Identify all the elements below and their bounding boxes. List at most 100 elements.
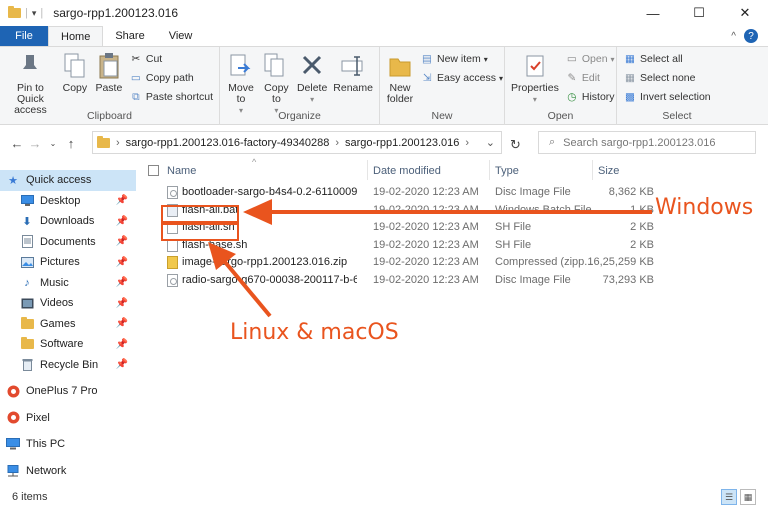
- sidebar-item-documents[interactable]: Documents 📌: [0, 232, 136, 253]
- file-row[interactable]: image-sargo-rpp1.200123.016.zip 19-02-20…: [142, 254, 662, 272]
- navigation-bar: ← → ⌄ ↑ › sargo-rpp1.200123.016-factory-…: [0, 125, 768, 161]
- new-item-button[interactable]: ▤ New item ▾: [420, 51, 503, 67]
- minimize-button[interactable]: —: [630, 0, 676, 26]
- column-name[interactable]: Name: [167, 165, 196, 177]
- disc-image-icon: [167, 273, 178, 287]
- history-icon: ◷: [567, 91, 577, 103]
- breadcrumb-separator: ›: [465, 136, 470, 149]
- sidebar-item-music[interactable]: ♪ Music 📌: [0, 273, 136, 294]
- address-bar[interactable]: › sargo-rpp1.200123.016-factory-49340288…: [92, 131, 502, 154]
- file-row[interactable]: bootloader-sargo-b4s4-0.2-6110009.i... 1…: [142, 184, 662, 202]
- sidebar-item-videos[interactable]: Videos 📌: [0, 293, 136, 314]
- pin-icon: [16, 51, 44, 81]
- title-bar: | ▾ | sargo-rpp1.200123.016 — ☐ ✕: [0, 0, 768, 26]
- organize-group-label: Organize: [278, 110, 321, 122]
- column-size[interactable]: Size: [598, 165, 619, 177]
- scissors-icon: ✂: [131, 53, 141, 65]
- pictures-icon: [20, 256, 34, 269]
- tab-view[interactable]: View: [157, 26, 205, 46]
- close-button[interactable]: ✕: [722, 0, 768, 26]
- tab-share[interactable]: Share: [103, 26, 156, 46]
- properties-icon: [521, 51, 549, 81]
- large-icons-view-icon[interactable]: ▦: [740, 489, 756, 505]
- tab-home[interactable]: Home: [48, 26, 104, 46]
- sidebar-item-pixel[interactable]: Pixel: [0, 408, 136, 429]
- pin-icon: 📌: [115, 277, 128, 289]
- paste-shortcut-icon: ⧉: [132, 90, 140, 103]
- collapse-ribbon-icon[interactable]: ^: [731, 31, 736, 42]
- easy-access-button[interactable]: ⇲ Easy access ▾: [420, 70, 503, 86]
- maximize-button[interactable]: ☐: [676, 0, 722, 26]
- sort-ascending-icon: ^: [252, 157, 257, 167]
- recycle-bin-icon: [20, 358, 34, 372]
- select-group: ▦ Select all ▦ Select none ▩ Invert selecti…: [617, 47, 737, 125]
- pin-icon: 📌: [115, 215, 128, 227]
- move-to-icon: [227, 51, 255, 81]
- sidebar-item-pictures[interactable]: Pictures 📌: [0, 252, 136, 273]
- copy-icon: [61, 51, 89, 81]
- sidebar-item-downloads[interactable]: ⬇ Downloads 📌: [0, 211, 136, 232]
- open-group: Properties ▾ ▭ Open ▾ ✎ Edit ◷ History Open: [505, 47, 617, 125]
- sidebar-item-quick-access[interactable]: ★ Quick access: [0, 170, 136, 191]
- new-item-icon: ▤: [422, 53, 432, 65]
- up-arrow-icon[interactable]: ↑: [62, 136, 80, 151]
- sidebar-item-software[interactable]: Software 📌: [0, 334, 136, 355]
- file-row[interactable]: radio-sargo-g670-00038-200117-b-614... 1…: [142, 272, 662, 290]
- documents-icon: [20, 235, 34, 249]
- highlight-box-sh: [161, 223, 239, 241]
- paste-shortcut-button[interactable]: ⧉ Paste shortcut: [129, 89, 213, 105]
- new-folder-icon: [386, 51, 414, 81]
- invert-selection-icon: ▩: [625, 91, 635, 103]
- sidebar-item-recycle-bin[interactable]: Recycle Bin 📌: [0, 355, 136, 376]
- details-view-icon[interactable]: ☰: [721, 489, 737, 505]
- folder-icon: [8, 6, 21, 18]
- refresh-icon[interactable]: ↻: [510, 137, 521, 153]
- search-placeholder: Search sargo-rpp1.200123.016: [563, 136, 716, 149]
- sidebar-item-this-pc[interactable]: This PC: [0, 434, 136, 455]
- select-all-button[interactable]: ▦ Select all: [623, 51, 711, 67]
- status-bar: 6 items ☰ ▦: [0, 486, 768, 508]
- open-button[interactable]: ▭ Open ▾: [565, 51, 615, 67]
- select-all-icon: ▦: [625, 53, 635, 65]
- recent-locations-icon[interactable]: ⌄: [44, 139, 62, 148]
- device-icon: [6, 385, 20, 398]
- computer-icon: [6, 438, 20, 451]
- breadcrumb-item[interactable]: sargo-rpp1.200123.016-factory-49340288: [126, 137, 330, 149]
- pin-icon: 📌: [115, 338, 128, 350]
- sidebar-item-games[interactable]: Games 📌: [0, 314, 136, 335]
- cut-button[interactable]: ✂ Cut: [129, 51, 213, 67]
- column-date-modified[interactable]: Date modified: [373, 165, 441, 177]
- toolbar-separator: |: [40, 7, 44, 19]
- address-dropdown-icon[interactable]: ⌄: [486, 136, 495, 149]
- sidebar-item-oneplus[interactable]: OnePlus 7 Pro: [0, 381, 136, 402]
- pin-icon: 📌: [115, 256, 128, 268]
- pin-icon: 📌: [115, 359, 128, 371]
- download-icon: ⬇: [22, 215, 32, 228]
- sidebar-item-desktop[interactable]: Desktop 📌: [0, 191, 136, 212]
- column-type[interactable]: Type: [495, 165, 519, 177]
- new-group-label: New: [431, 110, 453, 122]
- clipboard-group-label: Clipboard: [87, 110, 132, 122]
- back-arrow-icon[interactable]: ←: [8, 136, 26, 151]
- clipboard-group: Pin to Quick access Copy Paste ✂ Cut ▭ Cop…: [0, 47, 220, 125]
- invert-selection-button[interactable]: ▩ Invert selection: [623, 89, 711, 105]
- copy-path-button[interactable]: ▭ Copy path: [129, 70, 213, 86]
- toolbar-separator: |: [25, 7, 28, 19]
- zip-icon: [167, 256, 178, 269]
- history-button[interactable]: ◷ History: [565, 89, 615, 105]
- pin-icon: 📌: [115, 318, 128, 330]
- sidebar-item-network[interactable]: Network: [0, 461, 136, 482]
- forward-arrow-icon[interactable]: →: [26, 136, 44, 151]
- customize-toolbar-icon[interactable]: ▾: [32, 8, 37, 19]
- edit-button[interactable]: ✎ Edit: [565, 70, 615, 86]
- search-input[interactable]: ⌕ Search sargo-rpp1.200123.016: [538, 131, 756, 154]
- help-icon[interactable]: ?: [744, 29, 758, 43]
- tab-file[interactable]: File: [0, 26, 48, 46]
- select-none-button[interactable]: ▦ Select none: [623, 70, 711, 86]
- quick-access-toolbar: | ▾ |: [0, 6, 44, 19]
- select-all-checkbox[interactable]: [148, 165, 159, 176]
- copy-to-icon: [262, 51, 290, 81]
- open-icon: ▭: [566, 53, 577, 65]
- breadcrumb-item[interactable]: sargo-rpp1.200123.016: [345, 137, 459, 149]
- edit-icon: ✎: [567, 72, 577, 84]
